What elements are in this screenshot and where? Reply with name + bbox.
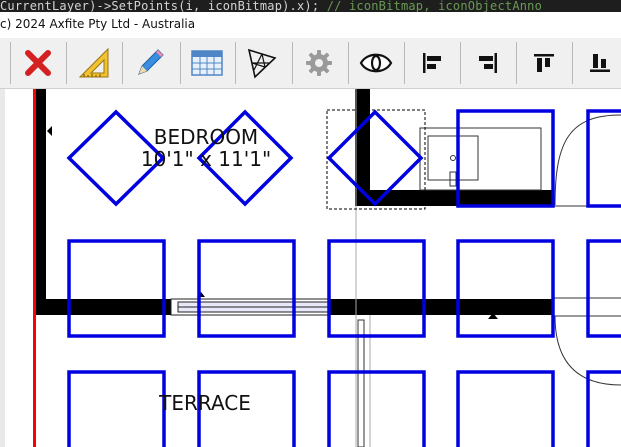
edit-button[interactable] [131,44,169,82]
measure-button[interactable] [75,44,113,82]
room-label-bedroom: BEDROOM 10'1" x 11'1" [126,126,286,170]
main-toolbar [0,38,621,89]
square-marker[interactable] [327,239,426,338]
square-marker[interactable] [586,370,621,447]
site-boundary-line [33,89,36,447]
align-bottom-button[interactable] [581,44,619,82]
bathroom-fixtures [355,89,621,447]
toolbar-separator [572,42,573,84]
view-button[interactable] [357,44,395,82]
align-right-button[interactable] [469,44,507,82]
wall-tick [47,126,52,136]
square-marker[interactable] [327,370,426,447]
align-left-button[interactable] [413,44,451,82]
toolbar-separator [235,42,236,84]
toolbar-separator [10,42,11,84]
set-square-ruler-icon [78,47,109,78]
floor-plan-drawing [0,89,621,447]
code-comment: // iconBitmap, iconObjectAnno [326,0,543,12]
align-left-icon [423,53,441,73]
eye-icon [359,53,393,73]
canvas-margin [0,89,5,447]
square-marker[interactable] [456,239,555,338]
room-label-terrace: TERRACE [130,392,280,414]
window-title: c) 2024 Axfite Pty Ltd - Australia [0,17,196,31]
code-editor-strip: CurrentLayer)->SetPoints(i, iconBitmap).… [0,0,621,12]
toolbar-separator [292,42,293,84]
toolbar-separator [348,42,349,84]
triangulate-button[interactable] [243,44,281,82]
square-marker[interactable] [67,239,166,338]
toolbar-separator [516,42,517,84]
settings-button[interactable] [300,44,338,82]
square-marker[interactable] [197,239,296,338]
room-dimensions: 10'1" x 11'1" [140,147,272,171]
toolbar-separator [460,42,461,84]
gear-icon [306,50,332,76]
floor-plan-canvas[interactable]: BEDROOM 10'1" x 11'1" TERRACE [0,89,621,447]
delete-button[interactable] [19,44,57,82]
align-top-icon [534,54,554,72]
window-titlebar: c) 2024 Axfite Pty Ltd - Australia [0,12,621,38]
table-button[interactable] [188,44,226,82]
red-x-icon [25,50,51,76]
toolbar-separator [66,42,67,84]
toolbar-separator [180,42,181,84]
toolbar-separator [404,42,405,84]
window-opening [170,298,331,316]
toolbar-separator [122,42,123,84]
align-top-button[interactable] [525,44,563,82]
triangle-mesh-icon [247,48,277,79]
code-line: CurrentLayer)->SetPoints(i, iconBitmap).… [0,0,320,12]
room-name: TERRACE [159,391,251,415]
align-bottom-icon [590,54,610,72]
pencil-icon [138,49,164,75]
align-right-icon [479,53,497,73]
square-marker[interactable] [456,370,555,447]
square-marker[interactable] [586,109,621,208]
square-marker[interactable] [586,239,621,338]
grid-table-icon [191,50,223,76]
room-name: BEDROOM [153,125,259,149]
